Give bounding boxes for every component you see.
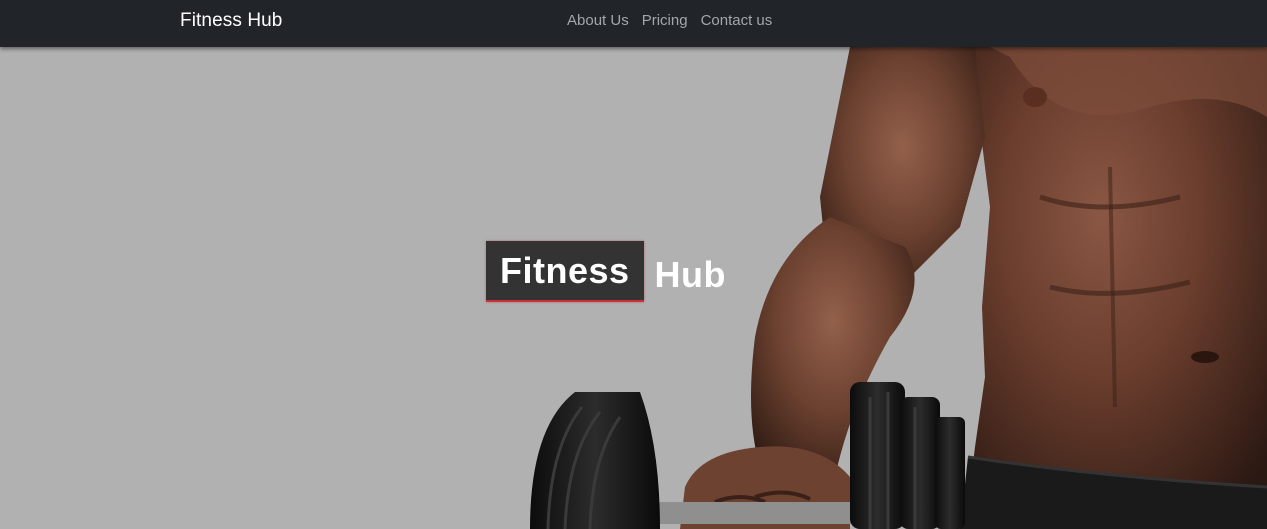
navbar-brand-link[interactable]: Fitness Hub: [180, 10, 282, 32]
hero-title-rest: Hub: [654, 253, 727, 295]
navbar: Fitness Hub About Us Pricing Contact us: [0, 0, 1267, 47]
hero-title-highlight: Fitness: [486, 241, 644, 302]
nav-link-contact-us[interactable]: Contact us: [701, 12, 773, 29]
nav-link-about-us[interactable]: About Us: [567, 12, 629, 29]
nav-links: About Us Pricing Contact us: [567, 12, 772, 29]
hero-section: Fitness Hub: [0, 47, 1267, 529]
nav-link-pricing[interactable]: Pricing: [642, 12, 688, 29]
hero-title: Fitness Hub: [486, 241, 726, 302]
